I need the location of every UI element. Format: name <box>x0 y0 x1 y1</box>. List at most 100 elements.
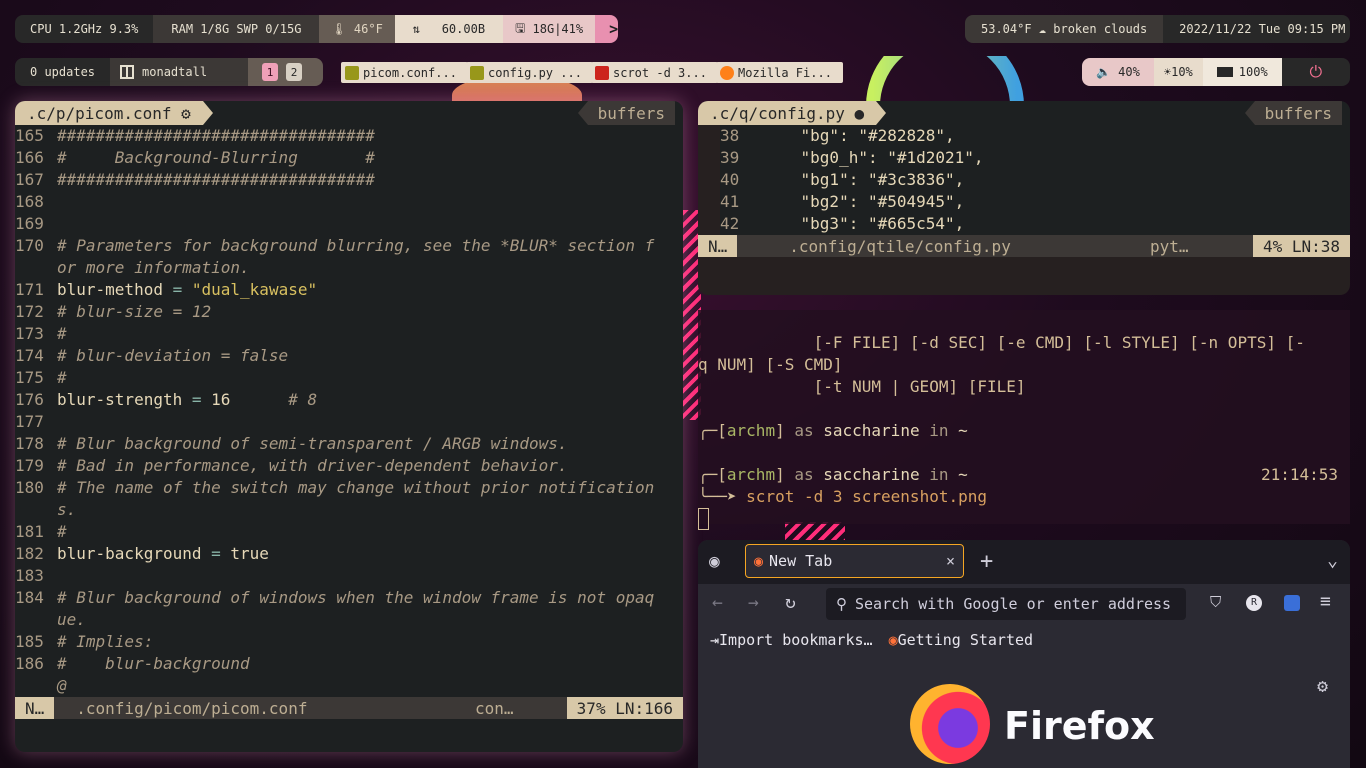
line-number: 180 <box>15 478 44 497</box>
pocket-icon[interactable]: ⛉ <box>1210 593 1221 611</box>
buffers-label: buffers <box>577 101 675 125</box>
group-2-button[interactable]: 2 <box>286 63 303 81</box>
new-tab-button[interactable]: + <box>980 549 993 574</box>
forward-arrow-icon[interactable]: → <box>748 592 759 613</box>
import-icon: ⇥ <box>710 631 720 649</box>
buffer-tab[interactable]: .c/p/picom.conf ⚙ <box>15 101 213 125</box>
group-box: 1 2 <box>248 58 323 86</box>
line-number: 174 <box>15 346 44 365</box>
buffer-tab-label: .c/p/picom.conf <box>27 103 172 123</box>
mode-indicator: N… <box>698 235 738 257</box>
tab-new-tab[interactable]: ◉ New Tab × <box>745 544 964 578</box>
line-number: 172 <box>15 302 44 321</box>
firefox-icon: ◉ <box>888 631 898 649</box>
close-icon[interactable]: × <box>946 552 955 570</box>
extension-icon[interactable]: R <box>1246 595 1262 611</box>
code-line: 185 # Implies: <box>15 631 683 653</box>
terminal-window[interactable]: [-F FILE] [-d SEC] [-e CMD] [-l STYLE] [… <box>698 310 1350 530</box>
line-number: 182 <box>15 544 44 563</box>
firefox-window[interactable]: ◉ ◉ New Tab × + ⌄ ← → ↻ ⚲ Search with Go… <box>698 540 1350 768</box>
firefox-logo <box>910 684 990 764</box>
back-arrow-icon[interactable]: ← <box>712 592 723 613</box>
system-bar: 🔈 40% ☀ 10% 100% ⏻ <box>1082 58 1350 86</box>
task-label: scrot -d 3... <box>613 65 707 80</box>
code-comment: ue. <box>57 610 86 629</box>
task-picom[interactable]: picom.conf... <box>341 62 468 83</box>
ram-widget: RAM 1/8G SWP 0/15G <box>153 15 320 43</box>
code-comment: # Parameters for background blurring, se… <box>57 236 655 255</box>
code-comment: @ <box>57 676 67 695</box>
code-comment: # Background-Blurring # <box>57 148 375 167</box>
cpu-widget: CPU 1.2GHz 9.3% <box>15 15 154 43</box>
file-type: pyt… <box>1150 236 1189 256</box>
reload-icon[interactable]: ↻ <box>785 592 796 613</box>
task-config[interactable]: config.py ... <box>466 62 593 83</box>
code-line: s. <box>15 499 683 521</box>
code-comment: s. <box>57 500 77 519</box>
volume-widget[interactable]: 🔈 40% <box>1082 58 1154 86</box>
tab-title: New Tab <box>769 552 833 570</box>
code-comment: # Blur background of semi-transparent / … <box>57 434 568 453</box>
code-comment: # Implies: <box>57 632 154 651</box>
extension-badge-icon[interactable] <box>1284 595 1300 611</box>
power-button[interactable]: ⏻ <box>1281 58 1350 86</box>
code-line: 169 <box>15 213 683 235</box>
firefox-view-icon[interactable]: ◉ <box>709 551 720 572</box>
updates-widget[interactable]: 0 updates <box>15 58 111 86</box>
code-line: ue. <box>15 609 683 631</box>
task-scrot[interactable]: scrot -d 3... <box>591 62 718 83</box>
buffer-tab[interactable]: .c/q/config.py ● <box>698 101 887 125</box>
code-line: 168 <box>15 191 683 213</box>
code-line: 183 <box>15 565 683 587</box>
stats-bar: CPU 1.2GHz 9.3% RAM 1/8G SWP 0/15G 🌡︎ 46… <box>15 15 618 43</box>
python-icon: ● <box>854 103 865 123</box>
code-line: 42 "bg3": "#665c54", <box>720 213 1350 235</box>
code-area[interactable]: 38 "bg": "#282828", 39 "bg0_h": "#1d2021"… <box>720 125 1350 235</box>
code-key: blur-method <box>57 280 163 299</box>
cursor-position: 37% LN:166 <box>566 697 683 719</box>
task-label: Mozilla Fi... <box>738 65 832 80</box>
code-line: 167 ################################# <box>15 169 683 191</box>
code-line: 39 "bg0_h": "#1d2021", <box>720 147 1350 169</box>
editor-window-config[interactable]: .c/q/config.py ● buffers 38 "bg": "#2828… <box>698 101 1350 295</box>
layout-widget[interactable]: monadtall <box>110 58 249 86</box>
weather-clock-bar: 53.04°F ☁ broken clouds 2022/11/22 Tue 0… <box>965 15 1350 43</box>
layout-icon <box>120 65 135 79</box>
editor-window-picom[interactable]: .c/p/picom.conf ⚙ buffers 165 ###########… <box>15 101 683 752</box>
dict-key: "bg" <box>800 126 840 145</box>
statusline: N… .config/qtile/config.py pyt… 4% LN:38 <box>698 235 1350 257</box>
gear-icon: ⚙ <box>181 103 191 123</box>
brightness-widget[interactable]: ☀ 10% <box>1153 58 1203 86</box>
settings-gear-icon[interactable]: ⚙ <box>1317 676 1328 697</box>
dict-value: "#282828", <box>858 126 955 145</box>
terminal-launcher-button[interactable]: >_ <box>595 15 618 43</box>
file-path: .config/qtile/config.py <box>789 236 1011 256</box>
group-1-button[interactable]: 1 <box>262 63 279 81</box>
command-text: scrot -d 3 screenshot.png <box>746 487 987 506</box>
prompt-host: archm <box>726 465 776 484</box>
task-firefox[interactable]: Mozilla Fi... <box>716 62 843 83</box>
code-area[interactable]: 165 ################################# 166 #… <box>15 125 683 697</box>
vim-icon <box>470 65 484 80</box>
line-number: 171 <box>15 280 44 299</box>
wallpaper-arc <box>866 56 1024 106</box>
line-number: 170 <box>15 236 44 255</box>
bookmark-import[interactable]: ⇥Import bookmarks… <box>710 631 873 649</box>
address-bar[interactable]: ⚲ Search with Google or enter address <box>826 588 1186 620</box>
brightness-value: 10% <box>1171 65 1193 79</box>
clock-widget[interactable]: 2022/11/22 Tue 09:15 PM <box>1163 15 1350 43</box>
prompt-in: in <box>919 421 959 440</box>
bookmark-getting-started[interactable]: ◉Getting Started <box>889 631 1034 649</box>
task-label: picom.conf... <box>363 65 457 80</box>
chevron-down-icon[interactable]: ⌄ <box>1327 550 1338 571</box>
code-line: 41 "bg2": "#504945", <box>720 191 1350 213</box>
firefox-icon <box>720 65 734 80</box>
code-line: @ <box>15 675 683 697</box>
code-comment: # Bad in performance, with driver-depend… <box>57 456 568 475</box>
code-line: 180 # The name of the switch may change w… <box>15 477 683 499</box>
code-line: 184 # Blur background of windows when the… <box>15 587 683 609</box>
vim-icon <box>345 65 359 80</box>
hamburger-menu-icon[interactable]: ≡ <box>1320 591 1331 612</box>
dict-key: "bg1" <box>800 170 849 189</box>
